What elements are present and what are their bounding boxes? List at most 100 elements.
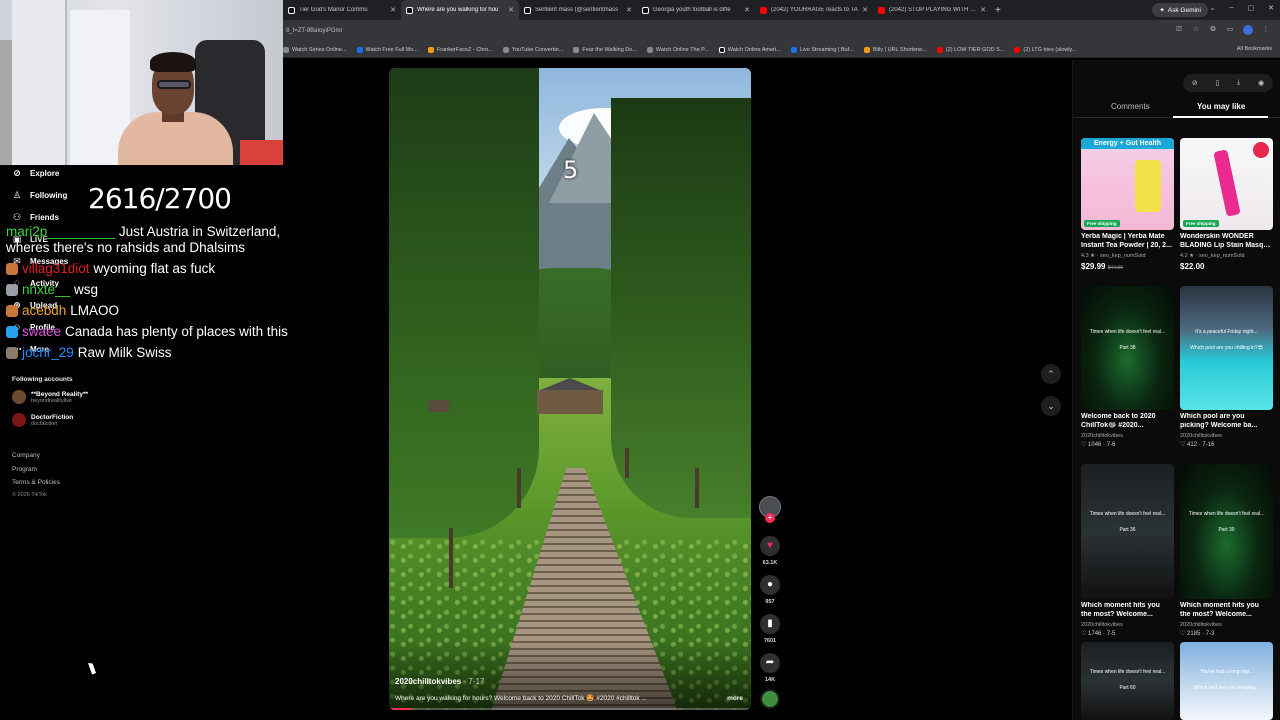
tab-comments[interactable]: Comments — [1111, 102, 1150, 111]
chat-text: Canada has plenty of places with this — [65, 324, 288, 339]
card-thumbnail[interactable]: Energy + Gut Health Free shipping — [1081, 138, 1174, 230]
card-title[interactable]: Welcome back to 2020 — [1081, 413, 1174, 422]
bookmark-favicon-icon — [790, 46, 797, 53]
card-thumbnail[interactable]: Times when life doesn't feel real... Part… — [1081, 642, 1174, 720]
star-icon[interactable]: ☆ — [1192, 26, 1200, 34]
close-tab-icon[interactable]: ✕ — [862, 6, 868, 14]
chevron-down-icon[interactable]: ⌄ — [1210, 4, 1216, 12]
card-thumbnail[interactable]: You've had a long day... Which bed are yo… — [1180, 642, 1273, 720]
maximize-icon[interactable]: ▢ — [1248, 4, 1255, 12]
globe-icon[interactable]: ◉ — [1258, 79, 1264, 87]
sidebar-item-friends[interactable]: ⚇ Friends — [12, 212, 59, 222]
product-card[interactable]: Free shipping Wonderskin WONDER BLADING Li… — [1180, 138, 1273, 271]
card-thumbnail[interactable]: Free shipping — [1180, 138, 1273, 230]
phone-icon[interactable]: ▯ — [1216, 79, 1220, 87]
chat-text: wheres there's no rahsids and Dhalsims — [6, 240, 245, 255]
bookmark-item[interactable]: Live Streaming | Buf... — [790, 46, 854, 53]
chat-text: Raw Milk Swiss — [77, 345, 172, 360]
card-title-continued[interactable]: BLADING Lip Stain Masqu... — [1180, 242, 1273, 251]
share-icon[interactable]: ➦ — [760, 653, 780, 673]
card-thumbnail[interactable]: Times when life doesn't feel real... Part… — [1081, 464, 1174, 599]
extensions-icon[interactable]: ⧉ — [1209, 26, 1217, 34]
video-player[interactable]: 5 2020chilltokvibes · 7-17 Where are you… — [389, 68, 751, 710]
heart-icon[interactable]: ♥ — [760, 536, 780, 556]
browser-tab[interactable]: Where are you walking for hou ✕ — [401, 0, 519, 20]
sidebar-item-following[interactable]: ♙ Following — [12, 190, 67, 200]
close-tab-icon[interactable]: ✕ — [508, 6, 514, 14]
video-card[interactable]: Times when life doesn't feel real... Part… — [1081, 642, 1174, 720]
browser-tab[interactable]: Georgia youth football is diffe ✕ — [637, 0, 755, 20]
video-author[interactable]: 2020chilltokvibes · 7-17 — [395, 677, 484, 686]
caption-more-button[interactable]: more — [727, 695, 743, 702]
music-disc-icon[interactable] — [760, 689, 780, 709]
following-account[interactable]: DoctorFiction docfaiction — [12, 413, 73, 427]
close-tab-icon[interactable]: ✕ — [626, 6, 632, 14]
video-card[interactable]: Times when life doesn't feel real... Part… — [1081, 464, 1174, 637]
ask-gemini-button[interactable]: ✦ Ask Gemini — [1152, 3, 1208, 17]
sidebar-item-explore[interactable]: ⊘ Explore — [12, 168, 59, 178]
all-bookmarks-link[interactable]: All Bookmarks — [1237, 46, 1272, 52]
bookmark-item[interactable]: Fear the Walking De... — [573, 46, 637, 53]
follow-plus-icon[interactable]: + — [765, 513, 775, 523]
card-thumbnail[interactable]: It's a peaceful Friday night... Which poo… — [1180, 286, 1273, 410]
card-thumbnail[interactable]: Times when life doesn't feel real... Part… — [1081, 286, 1174, 410]
card-title-continued[interactable]: the most? Welcome... — [1081, 611, 1174, 620]
bookmark-item[interactable]: Bitly | URL Shortene... — [863, 46, 927, 53]
bookmark-item[interactable]: Watch Series Online... — [283, 46, 347, 53]
following-account[interactable]: **Beyond Reality** beyondrealitylive — [12, 390, 88, 404]
tab-you-may-like[interactable]: You may like — [1197, 102, 1245, 111]
url-field[interactable]: 8_t=ZT-9BaIoyiPGmr — [283, 28, 343, 34]
card-title[interactable]: Which moment hits you — [1081, 602, 1174, 611]
card-thumbnail[interactable]: Times when life doesn't feel real... Part… — [1180, 464, 1273, 599]
close-tab-icon[interactable]: ✕ — [980, 6, 986, 14]
bookmark-item[interactable]: FrankerFaceZ - Chro... — [427, 46, 493, 53]
bookmark-item[interactable]: (2) LTG tries (slowly... — [1014, 46, 1076, 53]
chat-message: acebdh LMAOO — [6, 303, 119, 318]
card-title-continued[interactable]: picking? Welcome ba... — [1180, 422, 1273, 431]
card-title-continued[interactable]: Instant Tea Powder | 20, 2... — [1081, 242, 1174, 251]
cast-icon[interactable]: ⎚ — [1175, 26, 1183, 34]
browser-tab[interactable]: (2042) STOP PLAYING WITH US ✕ — [873, 0, 991, 20]
card-title-continued[interactable]: the most? Welcome... — [1180, 611, 1273, 620]
download-icon[interactable]: ⤓ — [1237, 79, 1240, 87]
compass-small-icon[interactable]: ⊘ — [1192, 79, 1198, 87]
browser-tab[interactable]: (2042) YOURRAGE reacts to TA ✕ — [755, 0, 873, 20]
video-card[interactable]: Times when life doesn't feel real... Part… — [1081, 286, 1174, 448]
streamer-webcam — [0, 0, 283, 165]
sidebar-icon[interactable]: ▭ — [1226, 26, 1234, 34]
previous-video-button[interactable]: ⌃ — [1041, 364, 1061, 384]
profile-avatar-icon[interactable] — [1243, 25, 1253, 35]
video-progress-bar[interactable] — [389, 708, 751, 710]
product-card[interactable]: Energy + Gut Health Free shipping Yerba Ma… — [1081, 138, 1174, 271]
next-video-button[interactable]: ⌄ — [1041, 396, 1061, 416]
close-tab-icon[interactable]: ✕ — [390, 6, 396, 14]
close-icon[interactable]: ✕ — [1268, 4, 1274, 12]
bookmark-item[interactable]: YouTube Converter... — [502, 46, 563, 53]
thumbnail-text: Times when life doesn't feel real... — [1089, 329, 1166, 335]
browser-tab[interactable]: Sentient mass (@sentientmass ✕ — [519, 0, 637, 20]
bookmark-icon[interactable]: ▮ — [760, 614, 780, 634]
video-caption: Where are you walking for hours? Welcome… — [395, 695, 647, 702]
footer-link[interactable]: Program — [12, 466, 37, 473]
video-author-name[interactable]: 2020chilltokvibes — [395, 677, 461, 686]
minimize-icon[interactable]: – — [1230, 4, 1234, 12]
card-title[interactable]: Yerba Magic | Yerba Mate — [1081, 233, 1174, 242]
video-card[interactable]: You've had a long day... Which bed are yo… — [1180, 642, 1273, 720]
new-tab-button[interactable]: + — [991, 5, 1005, 16]
card-title[interactable]: Which pool are you — [1180, 413, 1273, 422]
video-card[interactable]: It's a peaceful Friday night... Which poo… — [1180, 286, 1273, 448]
card-title[interactable]: Wonderskin WONDER — [1180, 233, 1273, 242]
bookmark-item[interactable]: Watch Online The P... — [646, 46, 709, 53]
footer-link[interactable]: Company — [12, 452, 40, 459]
bookmark-item[interactable]: Watch Online Ameri... — [718, 46, 781, 53]
video-card[interactable]: Times when life doesn't feel real... Part… — [1180, 464, 1273, 637]
browser-tab[interactable]: Tier God's Manor Commu ✕ — [283, 0, 401, 20]
bookmark-item[interactable]: (2) LOW TIER GOD S... — [936, 46, 1004, 53]
footer-link[interactable]: Terms & Policies — [12, 479, 60, 486]
comment-icon[interactable]: ● — [760, 575, 780, 595]
bookmark-item[interactable]: Watch Free Full Mo... — [356, 46, 418, 53]
close-tab-icon[interactable]: ✕ — [744, 6, 750, 14]
card-title[interactable]: Which moment hits you — [1180, 602, 1273, 611]
card-title-continued[interactable]: ChillTok😂 #2020... — [1081, 422, 1174, 431]
kebab-menu-icon[interactable]: ⋮ — [1262, 26, 1270, 34]
